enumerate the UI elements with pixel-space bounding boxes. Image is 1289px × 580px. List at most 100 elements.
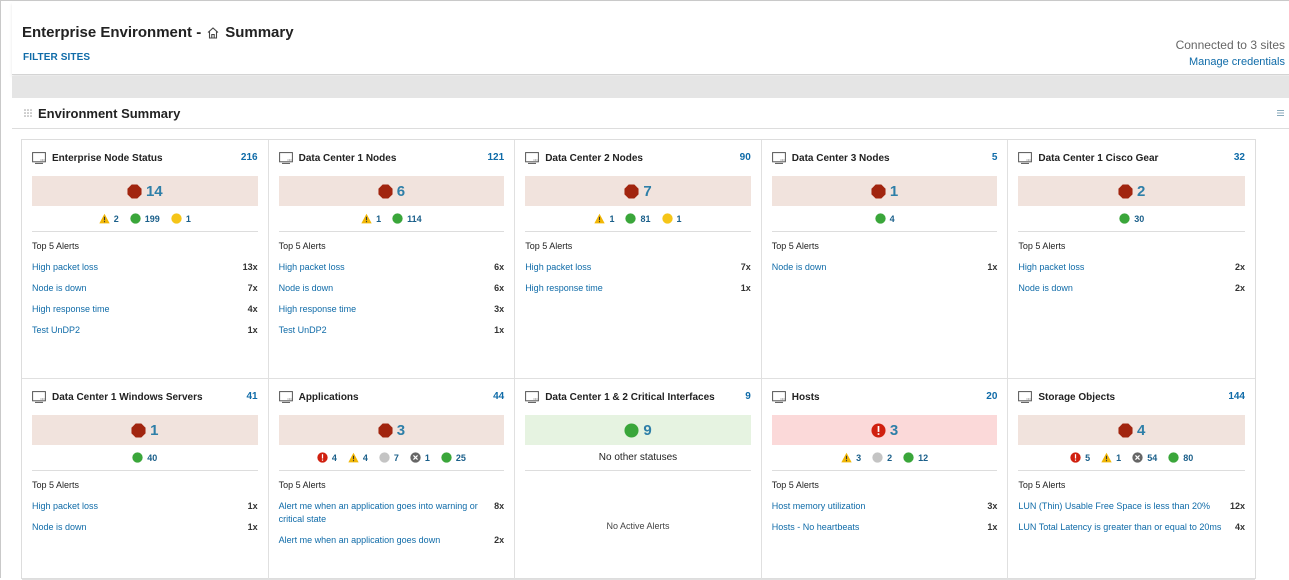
tile-main-status-band[interactable]: 6	[278, 176, 505, 206]
alert-link[interactable]: High packet loss	[1018, 261, 1084, 274]
tile-main-status-band[interactable]: 14	[32, 176, 258, 206]
tile-main-status-band[interactable]: 2	[1018, 176, 1245, 206]
status-up[interactable]: 81	[625, 213, 651, 224]
alert-link[interactable]: High packet loss	[32, 500, 98, 513]
status-count: 1	[424, 452, 430, 463]
green-circle-icon	[392, 213, 403, 224]
top-alerts-title: Top 5 Alerts	[771, 241, 819, 251]
status-minor[interactable]: 1	[661, 213, 682, 224]
summary-tile: Data Center 2 Nodes 90 7 1 81 1 Top 5 Al…	[515, 140, 762, 379]
status-unknown[interactable]: 2	[872, 452, 892, 463]
alert-link[interactable]: LUN Total Latency is greater than or equ…	[1018, 521, 1221, 534]
manage-credentials-link[interactable]: Manage credentials	[1189, 56, 1285, 68]
alert-link[interactable]: Host memory utilization	[772, 500, 866, 513]
status-unmanaged[interactable]: 1	[410, 452, 430, 463]
alert-link[interactable]: Alert me when an application goes into w…	[279, 500, 484, 526]
tile-main-status-band[interactable]: 7	[525, 176, 751, 206]
alert-link[interactable]: High packet loss	[279, 261, 345, 274]
status-warning[interactable]: 1	[361, 213, 381, 224]
alert-count: 13x	[242, 262, 258, 272]
page-header: Enterprise Environment - Summary FILTER …	[12, 2, 1289, 75]
alert-count: 6x	[494, 262, 505, 272]
alert-link[interactable]: Hosts - No heartbeats	[772, 521, 860, 534]
alert-count: 1x	[247, 522, 258, 532]
alert-link[interactable]: Node is down	[32, 282, 87, 295]
tile-total-count[interactable]: 44	[493, 391, 504, 402]
status-up[interactable]: 80	[1168, 452, 1193, 463]
green-circle-icon	[1168, 452, 1179, 463]
summary-tile-grid: Enterprise Node Status 216 14 2 199 1 To…	[21, 139, 1256, 580]
alert-link[interactable]: High response time	[32, 303, 110, 316]
alert-link[interactable]: Test UnDP2	[32, 324, 80, 337]
status-warning[interactable]: 2	[99, 213, 119, 224]
alert-count: 1x	[247, 325, 258, 335]
alert-link[interactable]: Node is down	[279, 282, 334, 295]
filter-sites-link[interactable]: FILTER SITES	[23, 52, 90, 63]
tile-total-count[interactable]: 5	[992, 152, 998, 163]
tile-total-count[interactable]: 144	[1228, 391, 1245, 402]
status-up[interactable]: 30	[1119, 213, 1144, 224]
status-critical[interactable]: 5	[1070, 452, 1090, 463]
alert-link[interactable]: Node is down	[772, 261, 827, 274]
alert-link[interactable]: Alert me when an application goes down	[279, 534, 441, 547]
tile-status-row: 40	[32, 445, 258, 471]
drag-handle-icon[interactable]	[24, 109, 34, 117]
tile-total-count[interactable]: 90	[740, 152, 751, 163]
menu-icon[interactable]	[1277, 110, 1284, 116]
alert-count: 2x	[494, 535, 505, 545]
alert-item: High response time 3x	[279, 303, 505, 316]
status-up[interactable]: 40	[132, 452, 157, 463]
status-critical[interactable]: 4	[317, 452, 337, 463]
status-warning[interactable]: 1	[1101, 452, 1121, 463]
monitor-icon	[278, 391, 293, 403]
tile-total-count[interactable]: 121	[488, 152, 505, 163]
status-unmanaged[interactable]: 54	[1132, 452, 1157, 463]
tile-header: Enterprise Node Status 216	[32, 140, 258, 176]
tile-header: Data Center 3 Nodes 5	[771, 140, 998, 176]
tile-total-count[interactable]: 9	[745, 391, 751, 402]
alert-item: Hosts - No heartbeats 1x	[772, 521, 998, 534]
tile-header: Hosts 20	[771, 379, 997, 415]
tile-status-row: 30	[1018, 206, 1245, 232]
green-circle-icon	[441, 452, 452, 463]
status-warning[interactable]: 3	[841, 452, 861, 463]
tile-total-count[interactable]: 41	[246, 391, 257, 402]
status-warning[interactable]: 1	[594, 213, 614, 224]
status-up[interactable]: 114	[392, 213, 422, 224]
alert-item: Node is down 7x	[32, 282, 258, 295]
status-up[interactable]: 4	[874, 213, 895, 224]
app-frame: Enterprise Environment - Summary FILTER …	[0, 0, 1289, 580]
status-up[interactable]: 12	[903, 452, 928, 463]
status-up[interactable]: 199	[130, 213, 160, 224]
tile-main-status-band[interactable]: 4	[1018, 415, 1245, 445]
alert-link[interactable]: Test UnDP2	[279, 324, 327, 337]
status-unknown[interactable]: 7	[379, 452, 399, 463]
tile-header: Data Center 1 Windows Servers 41	[32, 379, 258, 415]
alert-link[interactable]: High packet loss	[32, 261, 98, 274]
tile-title: Data Center 1 Windows Servers	[52, 391, 203, 403]
status-up[interactable]: 25	[441, 452, 466, 463]
tile-main-status-band[interactable]: 1	[32, 415, 258, 445]
yellow-circle-icon	[171, 213, 182, 224]
tile-status-row: 1 114	[278, 206, 505, 232]
status-warning[interactable]: 4	[348, 452, 368, 463]
tile-total-count[interactable]: 32	[1234, 152, 1245, 163]
alert-link[interactable]: High packet loss	[525, 261, 591, 274]
alert-item: High packet loss 6x	[279, 261, 505, 274]
alert-link[interactable]: Node is down	[32, 521, 87, 534]
tile-total-count[interactable]: 20	[986, 391, 997, 402]
tile-main-status-band[interactable]: 3	[278, 415, 505, 445]
tile-total-count[interactable]: 216	[241, 152, 258, 163]
status-minor[interactable]: 1	[171, 213, 191, 224]
tile-main-status-band[interactable]: 1	[771, 176, 998, 206]
alert-link[interactable]: High response time	[525, 282, 603, 295]
tile-main-status-band[interactable]: 3	[771, 415, 998, 445]
warning-triangle-icon	[594, 213, 606, 224]
alert-item: High packet loss 13x	[32, 261, 258, 274]
green-circle-icon	[625, 213, 637, 224]
alert-link[interactable]: Node is down	[1018, 282, 1073, 295]
alert-item: High response time 4x	[32, 303, 258, 316]
alert-link[interactable]: LUN (Thin) Usable Free Space is less tha…	[1018, 500, 1210, 513]
alert-link[interactable]: High response time	[279, 303, 357, 316]
tile-main-status-band[interactable]: 9	[525, 415, 751, 445]
